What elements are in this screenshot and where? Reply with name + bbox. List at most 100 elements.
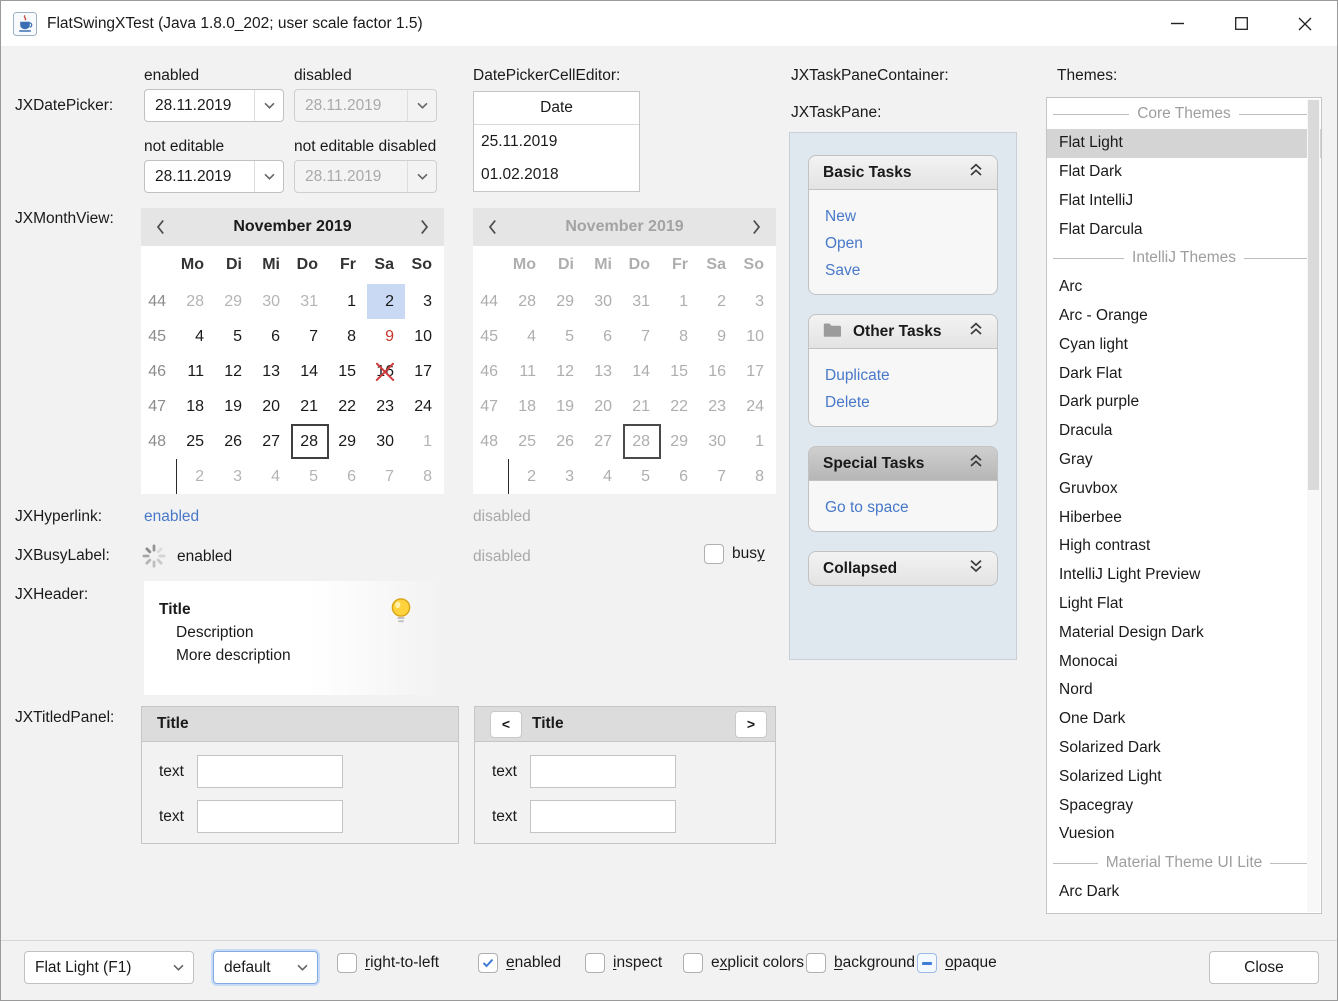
day-cell[interactable]: 12 bbox=[215, 354, 253, 389]
day-cell[interactable]: 28 bbox=[177, 284, 215, 319]
theme-item[interactable]: Flat Darcula bbox=[1047, 215, 1321, 244]
theme-item[interactable]: Nord bbox=[1047, 676, 1321, 705]
date-table-row[interactable]: 25.11.2019 bbox=[474, 125, 639, 158]
task-link[interactable]: Duplicate bbox=[825, 362, 981, 389]
checkbox-box[interactable] bbox=[585, 953, 605, 973]
theme-item[interactable]: Hiberbee bbox=[1047, 503, 1321, 532]
day-cell[interactable]: 13 bbox=[253, 354, 291, 389]
scale-combobox[interactable]: default bbox=[213, 951, 318, 984]
text-field[interactable] bbox=[530, 755, 676, 788]
day-cell[interactable]: 5 bbox=[291, 459, 329, 494]
day-cell[interactable]: 29 bbox=[329, 424, 367, 459]
day-cell[interactable]: 7 bbox=[291, 319, 329, 354]
titledpanel-next-button[interactable]: > bbox=[735, 711, 767, 738]
theme-item[interactable]: Arc - Orange bbox=[1047, 302, 1321, 331]
prev-month-icon[interactable] bbox=[156, 219, 165, 235]
day-cell[interactable]: 18 bbox=[177, 389, 215, 424]
day-cell[interactable]: 20 bbox=[253, 389, 291, 424]
theme-item[interactable]: Flat Dark bbox=[1047, 158, 1321, 187]
theme-item[interactable]: Dark Flat bbox=[1047, 359, 1321, 388]
theme-item[interactable]: Flat IntelliJ bbox=[1047, 186, 1321, 215]
day-cell[interactable]: 8 bbox=[329, 319, 367, 354]
taskpane-header[interactable]: Special Tasks bbox=[808, 446, 998, 481]
theme-item[interactable]: Solarized Light bbox=[1047, 762, 1321, 791]
task-link[interactable]: Open bbox=[825, 230, 981, 257]
theme-item[interactable]: High contrast bbox=[1047, 532, 1321, 561]
day-cell[interactable]: 16 bbox=[367, 354, 405, 389]
close-window-button[interactable] bbox=[1273, 1, 1337, 46]
taskpane-header[interactable]: Other Tasks bbox=[808, 314, 998, 349]
theme-item[interactable]: Cyan light bbox=[1047, 330, 1321, 359]
day-cell[interactable]: 24 bbox=[405, 389, 443, 424]
theme-item[interactable]: Spacegray bbox=[1047, 791, 1321, 820]
theme-item[interactable]: Material Design Dark bbox=[1047, 618, 1321, 647]
checkbox-box[interactable] bbox=[704, 544, 724, 564]
day-cell[interactable]: 3 bbox=[215, 459, 253, 494]
day-cell[interactable]: 14 bbox=[291, 354, 329, 389]
checkbox-box[interactable] bbox=[478, 953, 498, 973]
busy-checkbox[interactable]: busy bbox=[704, 544, 765, 564]
inspect-checkbox[interactable]: inspect bbox=[585, 953, 662, 973]
theme-item[interactable]: Arc Dark Contrast bbox=[1047, 906, 1321, 914]
day-cell[interactable]: 1 bbox=[405, 424, 443, 459]
day-cell[interactable]: 17 bbox=[405, 354, 443, 389]
theme-item[interactable]: Flat Light bbox=[1047, 129, 1321, 158]
day-cell[interactable]: 23 bbox=[367, 389, 405, 424]
background-checkbox[interactable]: background bbox=[806, 953, 915, 973]
day-cell[interactable]: 9 bbox=[367, 319, 405, 354]
day-cell[interactable]: 8 bbox=[405, 459, 443, 494]
taskpane-header[interactable]: Collapsed bbox=[808, 551, 998, 586]
text-field[interactable] bbox=[530, 800, 676, 833]
day-cell[interactable]: 1 bbox=[329, 284, 367, 319]
theme-item[interactable]: Dark purple bbox=[1047, 388, 1321, 417]
day-cell[interactable]: 27 bbox=[253, 424, 291, 459]
date-table-row[interactable]: 01.02.2018 bbox=[474, 158, 639, 191]
theme-item[interactable]: Monocai bbox=[1047, 647, 1321, 676]
hyperlink-enabled[interactable]: enabled bbox=[144, 508, 199, 526]
day-cell[interactable]: 10 bbox=[405, 319, 443, 354]
collapse-chevron-icon[interactable] bbox=[969, 322, 983, 341]
theme-combobox[interactable]: Flat Light (F1) bbox=[24, 951, 194, 984]
maximize-button[interactable] bbox=[1209, 1, 1273, 46]
task-link[interactable]: Go to space bbox=[825, 494, 981, 521]
themes-list[interactable]: Core ThemesFlat LightFlat DarkFlat Intel… bbox=[1046, 97, 1322, 914]
day-cell[interactable]: 2 bbox=[367, 284, 405, 319]
day-cell[interactable]: 3 bbox=[405, 284, 443, 319]
day-cell[interactable]: 4 bbox=[177, 319, 215, 354]
theme-item[interactable]: Solarized Dark bbox=[1047, 734, 1321, 763]
next-month-icon[interactable] bbox=[420, 219, 429, 235]
scrollbar-thumb[interactable] bbox=[1308, 100, 1319, 490]
text-field[interactable] bbox=[197, 800, 343, 833]
chevron-down-icon[interactable] bbox=[254, 90, 283, 121]
scrollbar[interactable] bbox=[1307, 99, 1320, 912]
text-field[interactable] bbox=[197, 755, 343, 788]
theme-item[interactable]: Vuesion bbox=[1047, 820, 1321, 849]
day-cell[interactable]: 25 bbox=[177, 424, 215, 459]
day-cell[interactable]: 21 bbox=[291, 389, 329, 424]
task-link[interactable]: Delete bbox=[825, 389, 981, 416]
close-button[interactable]: Close bbox=[1209, 951, 1319, 984]
checkbox-box[interactable] bbox=[917, 953, 937, 973]
theme-item[interactable]: Dracula bbox=[1047, 417, 1321, 446]
day-cell[interactable]: 31 bbox=[291, 284, 329, 319]
day-cell[interactable]: 30 bbox=[367, 424, 405, 459]
explicit-colors-checkbox[interactable]: explicit colors bbox=[683, 953, 804, 973]
day-cell[interactable]: 19 bbox=[215, 389, 253, 424]
day-cell[interactable]: 29 bbox=[215, 284, 253, 319]
day-cell[interactable]: 6 bbox=[253, 319, 291, 354]
theme-item[interactable]: IntelliJ Light Preview bbox=[1047, 561, 1321, 590]
day-cell[interactable]: 5 bbox=[215, 319, 253, 354]
enabled-checkbox[interactable]: enabled bbox=[478, 953, 561, 973]
datepicker-enabled[interactable]: 28.11.2019 bbox=[144, 89, 284, 122]
day-cell[interactable]: 2 bbox=[177, 459, 215, 494]
day-cell[interactable]: 26 bbox=[215, 424, 253, 459]
collapse-chevron-icon[interactable] bbox=[969, 454, 983, 473]
chevron-down-icon[interactable] bbox=[254, 161, 283, 192]
day-cell[interactable]: 4 bbox=[253, 459, 291, 494]
minimize-button[interactable] bbox=[1145, 1, 1209, 46]
day-cell[interactable]: 30 bbox=[253, 284, 291, 319]
right-to-left-checkbox[interactable]: right-to-left bbox=[337, 953, 439, 973]
theme-item[interactable]: Light Flat bbox=[1047, 590, 1321, 619]
checkbox-box[interactable] bbox=[337, 953, 357, 973]
theme-item[interactable]: Arc bbox=[1047, 273, 1321, 302]
